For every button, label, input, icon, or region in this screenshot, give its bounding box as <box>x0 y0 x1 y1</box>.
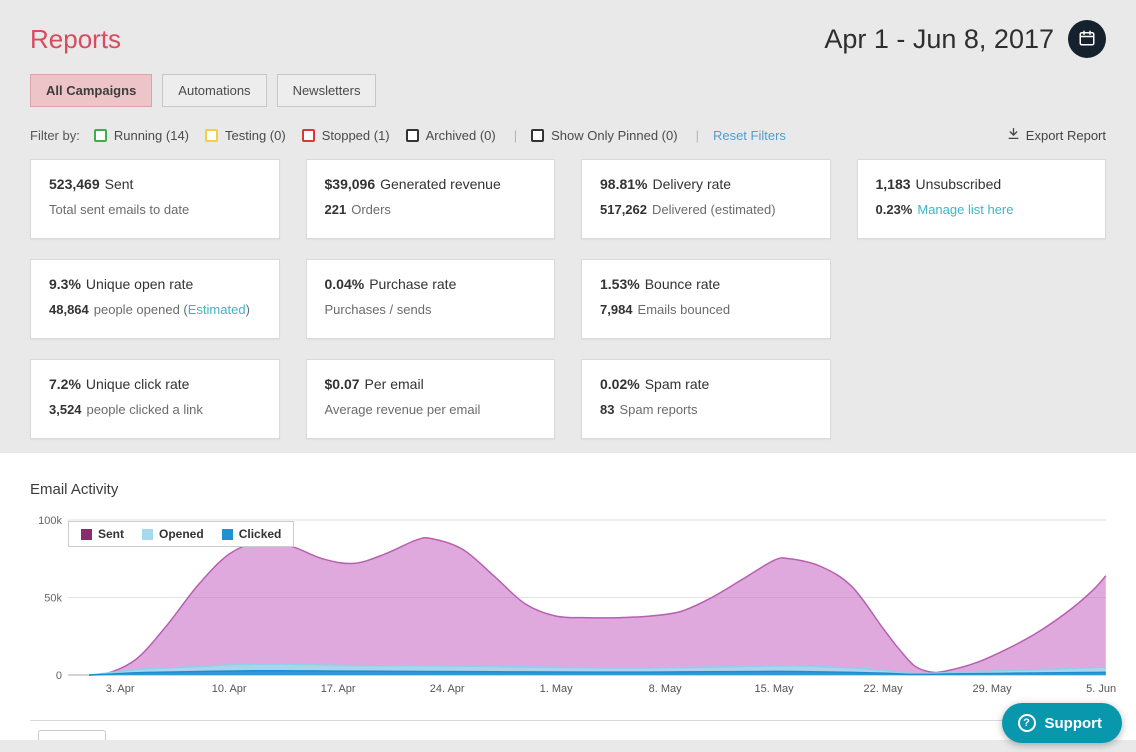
stat-secondary: 221Orders <box>325 202 537 217</box>
stat-primary: 0.04%Purchase rate <box>325 276 537 292</box>
stat-secondary: 83Spam reports <box>600 402 812 417</box>
tab-automations[interactable]: Automations <box>162 74 266 107</box>
stat-primary: 98.81%Delivery rate <box>600 176 812 192</box>
legend-item-sent: Sent <box>81 527 124 541</box>
download-icon <box>1007 127 1020 143</box>
svg-text:1. May: 1. May <box>540 683 574 695</box>
filter-testing[interactable]: Testing (0) <box>205 128 286 143</box>
stats-grid: 523,469Sent Total sent emails to date $3… <box>30 159 1106 439</box>
email-activity-section: Email Activity Sent Opened Clicked 100k 5… <box>0 453 1136 740</box>
filter-stopped[interactable]: Stopped (1) <box>302 128 390 143</box>
testing-checkbox[interactable] <box>205 129 218 142</box>
calendar-button[interactable] <box>1068 20 1106 58</box>
svg-text:15. May: 15. May <box>755 683 795 695</box>
filter-by-label: Filter by: <box>30 128 80 143</box>
svg-text:100k: 100k <box>38 515 62 527</box>
tab-all-campaigns[interactable]: All Campaigns <box>30 74 152 107</box>
opened-swatch-icon <box>142 529 153 540</box>
stat-card-unsubscribed: 1,183Unsubscribed 0.23%Manage list here <box>857 159 1107 239</box>
stat-card-delivery-rate: 98.81%Delivery rate 517,262Delivered (es… <box>581 159 831 239</box>
stat-secondary: 0.23%Manage list here <box>876 202 1088 217</box>
stat-primary: 523,469Sent <box>49 176 261 192</box>
filter-archived-label: Archived (0) <box>426 128 496 143</box>
clicked-swatch-icon <box>222 529 233 540</box>
filter-archived[interactable]: Archived (0) <box>406 128 496 143</box>
svg-text:5. Jun: 5. Jun <box>1086 683 1116 695</box>
stat-secondary: Total sent emails to date <box>49 202 261 217</box>
page-title: Reports <box>30 24 121 55</box>
stat-primary: $0.07Per email <box>325 376 537 392</box>
stat-primary: 9.3%Unique open rate <box>49 276 261 292</box>
stat-primary: 1,183Unsubscribed <box>876 176 1088 192</box>
stat-secondary: Average revenue per email <box>325 402 537 417</box>
export-report-label: Export Report <box>1026 128 1106 143</box>
stat-card-spam-rate: 0.02%Spam rate 83Spam reports <box>581 359 831 439</box>
stat-secondary: 3,524people clicked a link <box>49 402 261 417</box>
support-button[interactable]: ? Support <box>1002 703 1123 743</box>
chart-legend: Sent Opened Clicked <box>68 521 294 547</box>
chart-title: Email Activity <box>0 453 1136 498</box>
section-divider <box>30 720 1106 721</box>
svg-text:22. May: 22. May <box>864 683 904 695</box>
stat-secondary: Purchases / sends <box>325 302 537 317</box>
archived-checkbox[interactable] <box>406 129 419 142</box>
running-checkbox[interactable] <box>94 129 107 142</box>
stat-primary: 1.53%Bounce rate <box>600 276 812 292</box>
stat-secondary: 517,262Delivered (estimated) <box>600 202 812 217</box>
stat-card-generated-revenue: $39,096Generated revenue 221Orders <box>306 159 556 239</box>
manage-list-link[interactable]: Manage list here <box>917 202 1013 217</box>
filter-running[interactable]: Running (14) <box>94 128 189 143</box>
pinned-checkbox[interactable] <box>531 129 544 142</box>
campaign-tabs: All Campaigns Automations Newsletters <box>30 74 1106 107</box>
filter-running-label: Running (14) <box>114 128 189 143</box>
estimated-link[interactable]: Estimated <box>188 302 246 317</box>
filter-pinned-label: Show Only Pinned (0) <box>551 128 677 143</box>
sent-swatch-icon <box>81 529 92 540</box>
stat-secondary: 7,984Emails bounced <box>600 302 812 317</box>
question-icon: ? <box>1018 714 1036 732</box>
tab-newsletters[interactable]: Newsletters <box>277 74 377 107</box>
legend-item-clicked: Clicked <box>222 527 282 541</box>
top-area: Reports Apr 1 - Jun 8, 2017 All Campaign… <box>0 0 1136 439</box>
stat-card-bounce-rate: 1.53%Bounce rate 7,984Emails bounced <box>581 259 831 339</box>
stat-card-unique-open-rate: 9.3%Unique open rate 48,864people opened… <box>30 259 280 339</box>
date-range-text[interactable]: Apr 1 - Jun 8, 2017 <box>824 24 1054 55</box>
export-report-button[interactable]: Export Report <box>1007 127 1106 143</box>
svg-text:0: 0 <box>56 670 62 682</box>
svg-text:50k: 50k <box>44 593 62 605</box>
calendar-icon <box>1078 29 1096 50</box>
stat-card-per-email: $0.07Per email Average revenue per email <box>306 359 556 439</box>
stat-primary: $39,096Generated revenue <box>325 176 537 192</box>
partial-control[interactable] <box>38 730 106 740</box>
stat-primary: 0.02%Spam rate <box>600 376 812 392</box>
filter-bar: Filter by: Running (14) Testing (0) Stop… <box>30 127 1106 143</box>
svg-text:8. May: 8. May <box>649 683 683 695</box>
header: Reports Apr 1 - Jun 8, 2017 <box>30 16 1106 62</box>
legend-item-opened: Opened <box>142 527 204 541</box>
stat-card-unique-click-rate: 7.2%Unique click rate 3,524people clicke… <box>30 359 280 439</box>
stat-card-purchase-rate: 0.04%Purchase rate Purchases / sends <box>306 259 556 339</box>
stat-card-sent: 523,469Sent Total sent emails to date <box>30 159 280 239</box>
separator: | <box>514 128 517 143</box>
stat-primary: 7.2%Unique click rate <box>49 376 261 392</box>
date-range-area: Apr 1 - Jun 8, 2017 <box>824 20 1106 58</box>
filter-stopped-label: Stopped (1) <box>322 128 390 143</box>
svg-text:29. May: 29. May <box>973 683 1013 695</box>
filter-show-only-pinned[interactable]: Show Only Pinned (0) <box>531 128 677 143</box>
filter-testing-label: Testing (0) <box>225 128 286 143</box>
stat-secondary: 48,864people opened (Estimated) <box>49 302 261 317</box>
svg-text:3. Apr: 3. Apr <box>106 683 135 695</box>
svg-text:10. Apr: 10. Apr <box>212 683 247 695</box>
support-label: Support <box>1045 715 1103 732</box>
separator: | <box>696 128 699 143</box>
svg-text:17. Apr: 17. Apr <box>321 683 356 695</box>
stopped-checkbox[interactable] <box>302 129 315 142</box>
svg-text:24. Apr: 24. Apr <box>430 683 465 695</box>
reset-filters-link[interactable]: Reset Filters <box>713 128 786 143</box>
